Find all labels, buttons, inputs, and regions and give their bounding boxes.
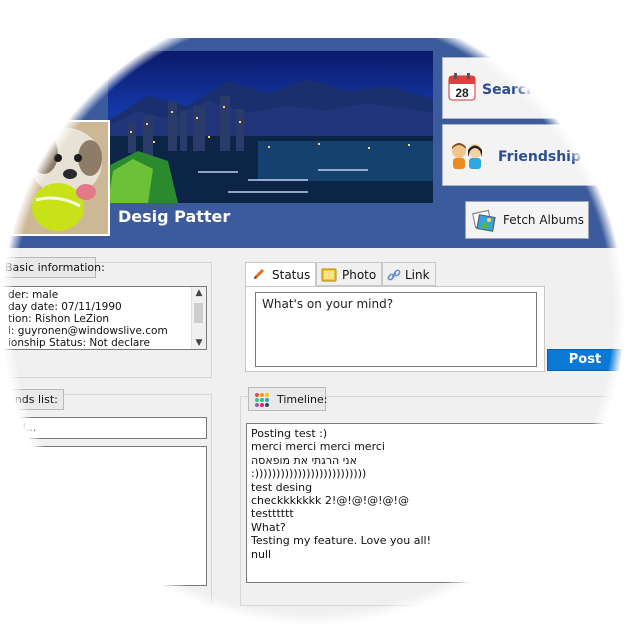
tab-status-label: Status [272, 268, 311, 282]
friend-search-input[interactable]: end... [0, 417, 207, 439]
screenshot-stage: Desig Patter 28 Search Friendship T Fetc… [0, 0, 627, 627]
photo-icon [321, 268, 337, 282]
tab-link[interactable]: Link [382, 262, 436, 286]
timeline-post: testttttt [251, 507, 294, 521]
timeline-post: What? [251, 520, 286, 534]
timeline-post: test desing [251, 480, 313, 494]
albums-icon [472, 209, 496, 232]
link-icon [387, 269, 401, 281]
friends-list[interactable] [0, 446, 207, 586]
search-button[interactable]: 28 Search [442, 57, 627, 119]
timeline-post: merci merci merci merci [251, 440, 385, 454]
scroll-up-arrow[interactable]: ▲ [192, 288, 206, 298]
search-label: Search [482, 82, 537, 98]
tab-link-label: Link [405, 268, 430, 282]
post-button[interactable]: Post [547, 349, 623, 371]
info-scrollbar[interactable]: ▲ ▼ [191, 287, 206, 349]
timeline-post: checkkkkkkk 2!@!@!@!@!@ [251, 494, 409, 508]
info-email: l: guyronen@windowslive.com [8, 325, 168, 337]
timeline-post: null [251, 547, 272, 561]
timeline-list[interactable]: Posting test :) merci merci merci merci … [246, 423, 626, 583]
pencil-icon [254, 269, 264, 279]
timeline-post: Testing my feature. Love you all! [251, 534, 432, 548]
timeline-post: אני הרגתי את מופאסה [251, 453, 357, 467]
calendar-icon: 28 [448, 73, 476, 101]
status-textbox[interactable]: What's on your mind? [255, 292, 537, 367]
basic-info-list[interactable]: der: male day date: 07/11/1990 tion: Ris… [0, 286, 207, 350]
friends-tag: iends list: [0, 389, 64, 410]
tab-status[interactable]: Status [245, 262, 316, 287]
timeline-tag: Timeline: [248, 387, 328, 411]
friends-icon [452, 143, 482, 169]
timeline-tag-label: Timeline: [277, 393, 328, 406]
info-location: tion: Rishon LeZion [8, 313, 110, 325]
timeline-post: Posting test :) [251, 427, 328, 440]
timeline-post: :)))))))))))))))))))))))))) [251, 467, 367, 481]
window-top [0, 0, 627, 40]
friendship-label: Friendship T [498, 149, 596, 165]
basic-info-lines: der: male day date: 07/11/1990 tion: Ris… [8, 289, 168, 349]
tab-photo-label: Photo [342, 268, 377, 282]
fetch-albums-button[interactable]: Fetch Albums [465, 201, 589, 239]
grid-icon [255, 393, 269, 407]
tab-photo[interactable]: Photo [316, 262, 382, 286]
scroll-down-arrow[interactable]: ▼ [192, 338, 206, 348]
fetch-albums-label: Fetch Albums [503, 213, 585, 227]
scroll-thumb[interactable] [194, 303, 203, 323]
info-relationship: ionship Status: Not declare [8, 337, 150, 349]
info-gender: der: male [8, 289, 59, 301]
basic-info-tag: Basic information: [0, 257, 105, 278]
friendship-button[interactable]: Friendship T [442, 124, 627, 186]
profile-name: Desig Patter [118, 207, 231, 226]
cover-photo [108, 51, 433, 203]
info-birthday: day date: 07/11/1990 [8, 301, 122, 313]
app-window: Desig Patter 28 Search Friendship T Fetc… [0, 0, 627, 627]
avatar [12, 120, 110, 236]
svg-text:28: 28 [455, 86, 469, 100]
